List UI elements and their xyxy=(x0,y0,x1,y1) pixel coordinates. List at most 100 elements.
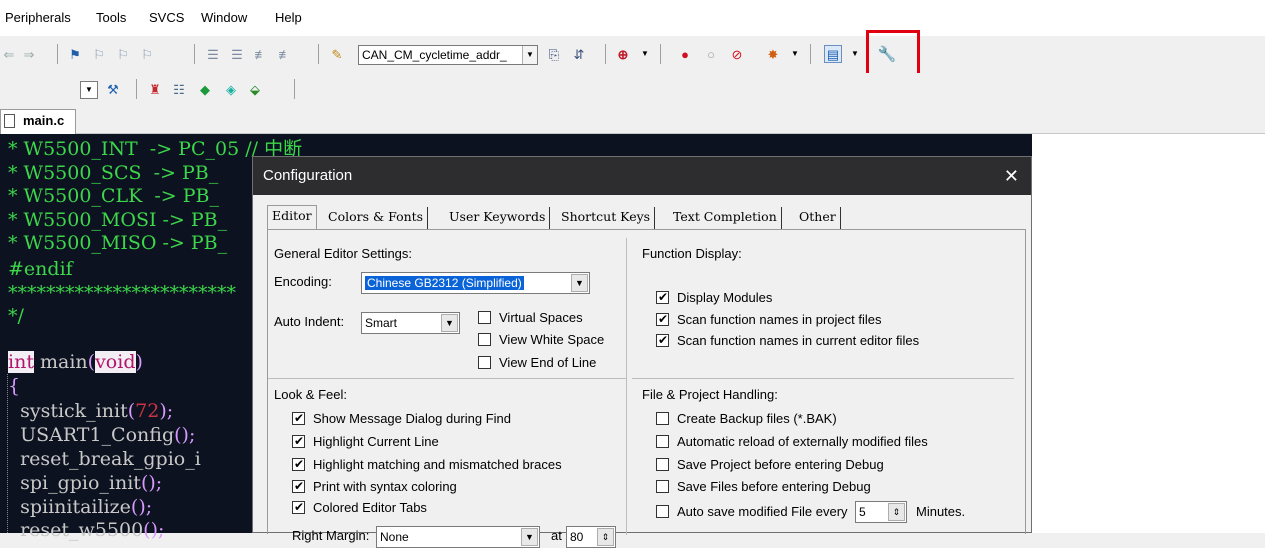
tab-user-keywords[interactable]: User Keywords xyxy=(445,207,551,229)
prev-bookmark-icon[interactable]: ⚐ xyxy=(90,45,108,63)
print-syntax-coloring-checkbox[interactable]: Print with syntax coloring xyxy=(292,478,457,495)
save-project-debug-checkbox[interactable]: Save Project before entering Debug xyxy=(656,457,884,473)
toolbar-separator xyxy=(136,79,137,99)
checkbox-box xyxy=(292,478,305,494)
toolbar-separator xyxy=(810,44,811,64)
checkbox-box xyxy=(656,435,669,448)
look-feel-heading: Look & Feel: xyxy=(274,387,347,402)
auto-indent-select[interactable]: Smart ▼ xyxy=(361,312,460,334)
close-icon[interactable]: ✕ xyxy=(1004,157,1019,195)
manage-rte-icon[interactable]: ◆ xyxy=(196,80,214,98)
checkbox-label: Create Backup files (*.BAK) xyxy=(677,411,837,426)
indent-icon[interactable]: ☰ xyxy=(204,45,222,63)
menu-window[interactable]: Window xyxy=(201,10,247,25)
create-backup-checkbox[interactable]: Create Backup files (*.BAK) xyxy=(656,411,837,427)
checkbox-box xyxy=(656,458,669,471)
code-line: spi_gpio_init(); xyxy=(8,472,162,494)
load-icon[interactable]: ♜ xyxy=(146,80,164,98)
code-line: reset_w5500(); xyxy=(8,519,164,541)
chevron-down-icon: ▼ xyxy=(522,46,537,64)
show-message-dialog-checkbox[interactable]: Show Message Dialog during Find xyxy=(292,410,511,427)
kill-all-icon[interactable]: ✸ xyxy=(764,45,782,63)
right-margin-label: Right Margin: xyxy=(292,528,370,543)
incremental-find-icon[interactable]: ⇵ xyxy=(570,45,588,63)
chevron-down-icon[interactable]: ▼ xyxy=(636,45,654,63)
tab-other[interactable]: Other xyxy=(795,207,841,229)
debug-session-icon[interactable]: ⊕ xyxy=(614,45,632,63)
clear-bookmarks-icon[interactable]: ⚐ xyxy=(138,45,156,63)
tab-editor[interactable]: Editor xyxy=(267,205,317,229)
view-white-space-checkbox[interactable]: View White Space xyxy=(478,332,604,348)
view-end-of-line-checkbox[interactable]: View End of Line xyxy=(478,355,596,371)
call-name: spiinitailize xyxy=(8,496,131,518)
virtual-spaces-checkbox[interactable]: Virtual Spaces xyxy=(478,310,583,326)
tab-colors-fonts[interactable]: Colors & Fonts xyxy=(324,207,429,229)
disable-breakpoint-icon[interactable]: ○ xyxy=(702,45,720,63)
menu-tools[interactable]: Tools xyxy=(96,10,126,25)
function-display-heading: Function Display: xyxy=(642,246,742,261)
call-name: USART1_Config xyxy=(8,424,175,446)
select-packs-icon[interactable]: ◈ xyxy=(222,80,240,98)
uncomment-icon[interactable]: ≢ xyxy=(276,45,294,63)
encoding-select[interactable]: Chinese GB2312 (Simplified) ▼ xyxy=(361,272,590,294)
breakpoint-icon[interactable]: ● xyxy=(676,45,694,63)
kill-breakpoints-icon[interactable]: ⊘ xyxy=(728,45,746,63)
code-line: * W5500_MISO -> PB_ xyxy=(8,232,228,254)
colored-editor-tabs-checkbox[interactable]: Colored Editor Tabs xyxy=(292,499,427,516)
paren-open: ( xyxy=(143,519,151,541)
auto-indent-select-value: Smart xyxy=(365,316,398,330)
highlight-annotation-box xyxy=(866,30,920,76)
checkbox-box xyxy=(478,311,491,324)
auto-save-checkbox[interactable]: Auto save modified File every xyxy=(656,504,848,520)
tab-text-completion[interactable]: Text Completion xyxy=(669,207,782,229)
highlight-current-line-checkbox[interactable]: Highlight Current Line xyxy=(292,433,439,450)
checkbox-label: Highlight matching and mismatched braces xyxy=(313,457,562,472)
auto-save-interval-input[interactable]: 5 ⇕ xyxy=(855,501,907,523)
checkbox-label: Save Files before entering Debug xyxy=(677,479,871,494)
highlight-braces-checkbox[interactable]: Highlight matching and mismatched braces xyxy=(292,456,562,473)
tab-main-c[interactable]: main.c xyxy=(0,109,76,134)
section-divider xyxy=(632,378,1014,379)
dialog-title-bar[interactable]: Configuration ✕ xyxy=(253,157,1031,195)
paren-open: ( xyxy=(87,351,96,373)
comment-icon[interactable]: ≢ xyxy=(252,45,270,63)
magic-wand-icon[interactable]: ⚒ xyxy=(104,80,122,98)
toolbar-separator xyxy=(194,44,195,64)
find-icon[interactable]: ⎘ xyxy=(545,45,563,63)
target-select-icon[interactable]: ▼ xyxy=(80,81,98,99)
bookmark-icon[interactable]: ⚑ xyxy=(66,45,84,63)
display-modules-checkbox[interactable]: Display Modules xyxy=(656,289,773,306)
chevron-down-icon[interactable]: ▼ xyxy=(786,45,804,63)
open-brace: { xyxy=(8,375,21,397)
checkbox-label: Auto save modified File every xyxy=(677,504,848,519)
right-margin-select[interactable]: None ▼ xyxy=(376,526,540,548)
save-files-debug-checkbox[interactable]: Save Files before entering Debug xyxy=(656,479,871,495)
chevron-down-icon[interactable]: ▼ xyxy=(846,45,864,63)
toolbar-separator xyxy=(318,44,319,64)
next-bookmark-icon[interactable]: ⚐ xyxy=(114,45,132,63)
checkbox-label: Automatic reload of externally modified … xyxy=(677,434,928,449)
options-icon[interactable]: ☷ xyxy=(170,80,188,98)
tab-shortcut-keys[interactable]: Shortcut Keys xyxy=(557,207,656,229)
code-line: ************************ xyxy=(8,282,236,304)
checkbox-label: Display Modules xyxy=(677,290,773,305)
back-arrow-icon[interactable]: ⇐ xyxy=(0,45,18,63)
checkbox-box xyxy=(656,311,669,327)
target-combo[interactable]: CAN_CM_cycletime_addr_ ▼ xyxy=(358,45,538,65)
find-in-files-icon[interactable]: ✎ xyxy=(328,45,346,63)
spinner-icon: ⇕ xyxy=(597,528,614,546)
unindent-icon[interactable]: ☰ xyxy=(228,45,246,63)
menu-peripherals[interactable]: Peripherals xyxy=(5,10,71,25)
menu-help[interactable]: Help xyxy=(275,10,302,25)
right-margin-select-value: None xyxy=(380,530,409,544)
scan-project-files-checkbox[interactable]: Scan function names in project files xyxy=(656,311,882,328)
pack-installer-icon[interactable]: ⬙ xyxy=(246,80,264,98)
forward-arrow-icon[interactable]: ⇒ xyxy=(20,45,38,63)
chevron-down-icon: ▼ xyxy=(441,314,458,332)
window-layout-icon[interactable]: ▤ xyxy=(824,45,842,63)
scan-editor-files-checkbox[interactable]: Scan function names in current editor fi… xyxy=(656,332,919,349)
menu-svcs[interactable]: SVCS xyxy=(149,10,184,25)
code-line: * W5500_SCS -> PB_ xyxy=(8,162,219,184)
right-margin-column-input[interactable]: 80 ⇕ xyxy=(566,526,616,548)
auto-reload-checkbox[interactable]: Automatic reload of externally modified … xyxy=(656,434,928,450)
